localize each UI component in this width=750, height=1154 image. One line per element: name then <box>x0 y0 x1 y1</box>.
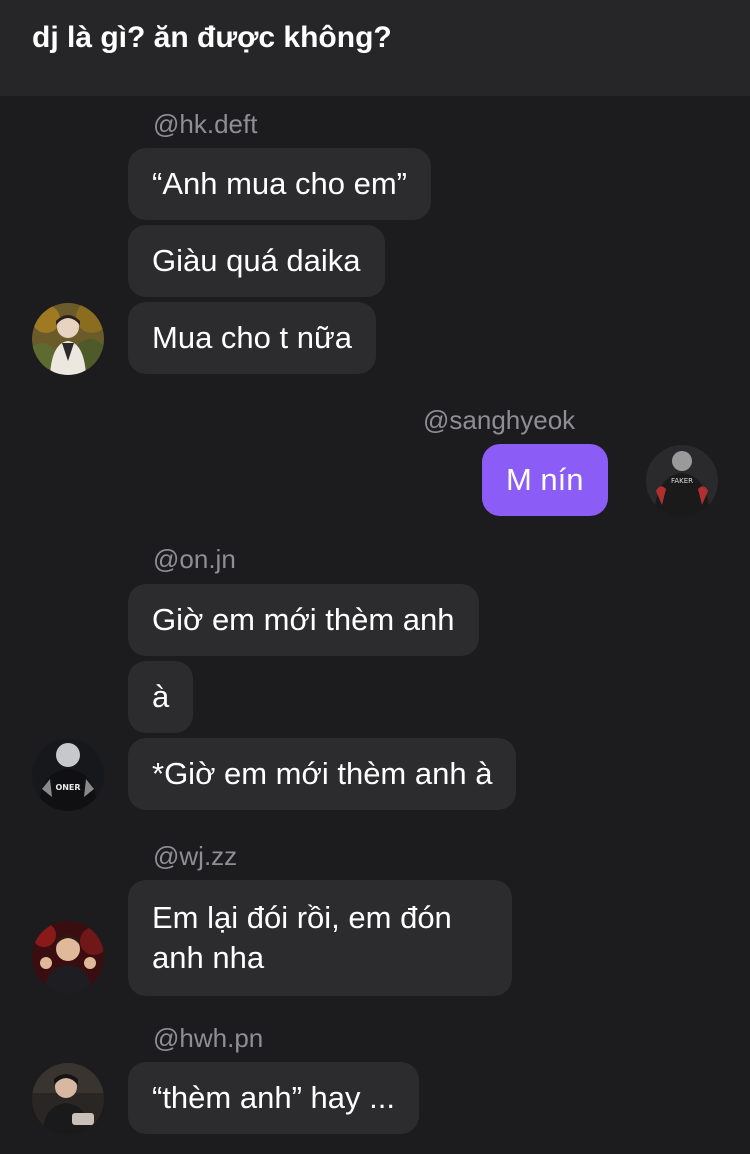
message-bubble[interactable]: Em lại đói rồi, em đón anh nha <box>128 880 512 996</box>
person-avatar-icon[interactable] <box>32 303 104 375</box>
avatar-jersey-text: FAKER <box>671 477 693 485</box>
own-message-bubble[interactable]: M nín <box>482 444 608 516</box>
chat-title: dj là gì? ăn được không? <box>32 21 392 54</box>
message-bubble[interactable]: “Anh mua cho em” <box>128 148 431 220</box>
person-avatar-icon[interactable] <box>32 921 104 993</box>
sender-username[interactable]: @hwh.pn <box>153 1022 263 1054</box>
sender-username[interactable]: @on.jn <box>153 543 236 575</box>
message-bubble[interactable]: Giàu quá daika <box>128 225 385 297</box>
sender-username[interactable]: @wj.zz <box>153 840 237 872</box>
message-bubble[interactable]: à <box>128 661 194 733</box>
message-bubble[interactable]: Giờ em mới thèm anh <box>128 584 479 656</box>
sender-username[interactable]: @hk.deft <box>153 108 257 140</box>
message-bubble[interactable]: “thèm anh” hay ... <box>128 1062 419 1134</box>
person-avatar-icon[interactable]: FAKER <box>646 445 718 517</box>
message-bubble[interactable]: Mua cho t nữa <box>128 302 376 374</box>
sender-username[interactable]: @sanghyeok <box>423 404 575 436</box>
chat-header: dj là gì? ăn được không? <box>0 0 750 96</box>
person-avatar-icon[interactable]: ONER <box>32 739 104 811</box>
avatar-jersey-text: ONER <box>55 783 80 792</box>
person-avatar-icon[interactable] <box>32 1063 104 1135</box>
message-bubble[interactable]: *Giờ em mới thèm anh à <box>128 738 517 810</box>
